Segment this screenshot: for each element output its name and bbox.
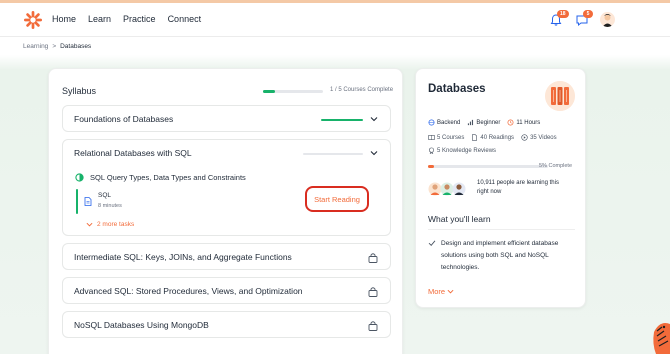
stat-readings-label: 40 Readings xyxy=(480,134,515,141)
top-navbar: Home Learn Practice Connect 18 5 xyxy=(0,3,670,37)
start-reading-button[interactable]: Start Reading xyxy=(305,186,369,212)
more-tasks-toggle[interactable]: 2 more tasks xyxy=(86,221,134,228)
module-relational-sql[interactable]: Relational Databases with SQL SQL Query … xyxy=(62,139,391,236)
syllabus-title: Syllabus xyxy=(62,86,97,96)
more-tasks-label: 2 more tasks xyxy=(97,221,135,228)
learn-item: Design and implement efficient database … xyxy=(441,240,559,271)
notifications-button[interactable]: 18 xyxy=(549,10,569,27)
database-course-icon xyxy=(545,81,575,111)
lesson-title[interactable]: SQL Query Types, Data Types and Constrai… xyxy=(90,173,246,182)
notifications-badge: 18 xyxy=(557,10,569,18)
task-name[interactable]: SQL xyxy=(98,192,111,199)
learners-avatars xyxy=(428,182,466,196)
course-progress-text: 5% Complete xyxy=(539,163,573,169)
syllabus-progress-text: 1 / 5 Courses Complete xyxy=(330,87,394,93)
lock-icon xyxy=(368,287,378,297)
tag-beginner-label: Beginner xyxy=(476,119,501,126)
course-tags: Backend Beginner 11 Hours xyxy=(428,119,540,126)
nav-practice[interactable]: Practice xyxy=(123,14,156,24)
messages-badge: 5 xyxy=(583,10,593,18)
course-title: Databases xyxy=(428,83,486,95)
tag-duration: 11 Hours xyxy=(507,119,540,126)
breadcrumb-current: Databases xyxy=(60,43,92,50)
course-info-card: Databases Backend Beginner 11 Hours 5 Co… xyxy=(415,68,586,308)
module-title: Advanced SQL: Stored Procedures, Views, … xyxy=(74,286,303,296)
check-icon xyxy=(428,240,436,246)
lock-icon xyxy=(368,321,378,331)
stat-courses-label: 5 Courses xyxy=(437,134,465,141)
active-item-indicator xyxy=(76,189,78,214)
module-advanced-sql[interactable]: Advanced SQL: Stored Procedures, Views, … xyxy=(62,277,391,304)
more-link[interactable]: More xyxy=(428,287,454,296)
module-nosql-mongodb[interactable]: NoSQL Databases Using MongoDB xyxy=(62,311,391,338)
module-progress-bar xyxy=(321,119,363,121)
module-title: Relational Databases with SQL xyxy=(74,148,192,158)
tag-backend: Backend xyxy=(428,119,460,126)
nav-connect[interactable]: Connect xyxy=(168,14,202,24)
module-progress-bar xyxy=(303,153,363,155)
half-progress-icon xyxy=(75,173,84,182)
nav-home[interactable]: Home xyxy=(52,14,76,24)
stat-videos-label: 35 Videos xyxy=(530,134,557,141)
course-stats: 5 Courses 40 Readings 35 Videos xyxy=(428,134,557,141)
readings-icon xyxy=(472,134,478,141)
module-title: Foundations of Databases xyxy=(74,114,174,124)
backend-icon xyxy=(428,119,435,126)
stat-readings: 40 Readings xyxy=(471,134,514,141)
task-duration: 8 minutes xyxy=(98,203,122,209)
logo-icon[interactable] xyxy=(24,11,42,29)
module-title: Intermediate SQL: Keys, JOINs, and Aggre… xyxy=(74,252,292,262)
lock-icon xyxy=(368,253,378,263)
stat-reviews: 5 Knowledge Reviews xyxy=(428,147,496,154)
syllabus-card: Syllabus 1 / 5 Courses Complete Foundati… xyxy=(48,68,403,354)
more-label: More xyxy=(428,287,446,296)
clock-icon xyxy=(507,119,514,126)
level-icon xyxy=(468,119,474,126)
chevron-down-icon xyxy=(447,289,454,294)
stat-courses: 5 Courses xyxy=(428,134,464,141)
divider xyxy=(428,229,575,230)
messages-button[interactable]: 5 xyxy=(575,10,593,27)
course-reviews: 5 Knowledge Reviews xyxy=(428,147,496,154)
stat-videos: 35 Videos xyxy=(521,134,557,141)
chevron-down-icon xyxy=(86,222,93,227)
tag-duration-label: 11 Hours xyxy=(516,119,541,126)
reviews-icon xyxy=(429,147,434,154)
learn-title: What you'll learn xyxy=(428,214,491,224)
chevron-down-icon[interactable] xyxy=(370,149,378,157)
breadcrumb-parent[interactable]: Learning xyxy=(23,43,48,50)
corner-illustration xyxy=(653,323,670,354)
breadcrumb: Learning > Databases xyxy=(23,43,91,50)
chevron-down-icon[interactable] xyxy=(370,115,378,123)
video-icon xyxy=(521,134,528,141)
module-title: NoSQL Databases Using MongoDB xyxy=(74,320,209,330)
document-icon xyxy=(84,197,92,206)
nav-learn[interactable]: Learn xyxy=(88,14,111,24)
breadcrumb-separator: > xyxy=(52,43,57,50)
module-foundations[interactable]: Foundations of Databases xyxy=(62,105,391,132)
tag-beginner: Beginner xyxy=(467,119,500,126)
tag-backend-label: Backend xyxy=(437,119,461,126)
stat-reviews-label: 5 Knowledge Reviews xyxy=(437,147,497,154)
learners-text: 10,911 people are learning this right no… xyxy=(477,180,559,195)
syllabus-progress-bar xyxy=(263,90,323,93)
avatar[interactable] xyxy=(600,12,615,27)
course-progress-bar xyxy=(428,165,548,168)
module-intermediate-sql[interactable]: Intermediate SQL: Keys, JOINs, and Aggre… xyxy=(62,243,391,270)
nav-links: Home Learn Practice Connect xyxy=(52,14,201,24)
courses-icon xyxy=(428,135,435,140)
